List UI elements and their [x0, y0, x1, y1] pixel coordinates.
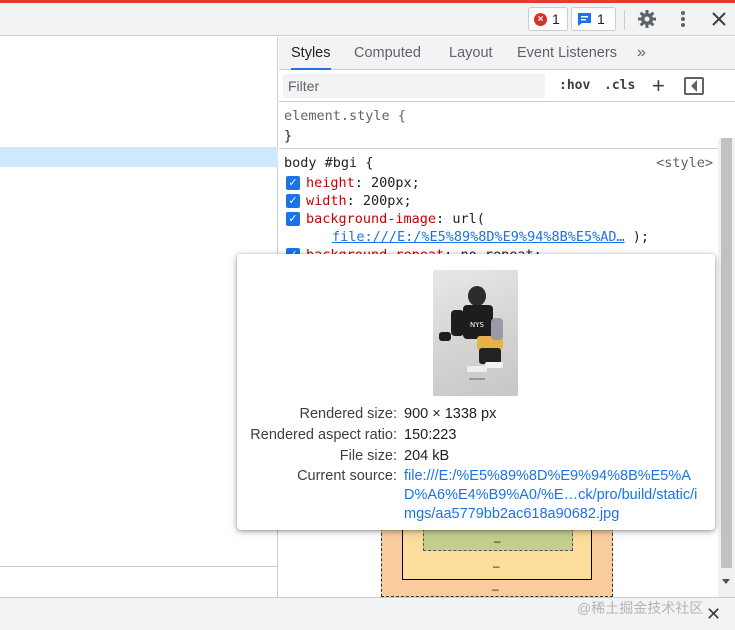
devtools-toolbar: × 1 1 — [0, 3, 735, 36]
current-source-link[interactable]: file:///E:/%E5%89%8D%E9%94%8B%E5%A D%A6%… — [404, 467, 697, 524]
selected-dom-node-row[interactable] — [0, 147, 278, 167]
tab-computed[interactable]: Computed — [354, 37, 421, 70]
margin-bottom-value[interactable]: – — [492, 582, 499, 596]
source-line[interactable]: file:///E:/%E5%89%8D%E9%94%8B%E5%A — [404, 467, 697, 486]
svg-text:NYS: NYS — [470, 321, 485, 329]
file-size-value: 204 kB — [404, 448, 450, 464]
toolbar-separator — [624, 10, 625, 30]
errors-counter-button[interactable]: × 1 — [528, 7, 568, 31]
pane-divider — [0, 566, 278, 567]
more-tabs-chevron-icon[interactable]: » — [637, 37, 646, 70]
property-value[interactable]: 200px; — [363, 192, 412, 210]
aspect-ratio-value: 150:223 — [404, 427, 457, 443]
filter-input[interactable] — [283, 74, 545, 98]
scroll-down-arrow-icon[interactable] — [722, 579, 730, 584]
styles-filter-bar: :hov .cls + — [279, 71, 735, 102]
hov-toggle-button[interactable]: :hov — [559, 78, 590, 93]
close-icon[interactable]: ✕ — [706, 604, 721, 625]
cls-toggle-button[interactable]: .cls — [604, 78, 635, 93]
image-preview-thumbnail: NYS — [433, 270, 518, 396]
checkbox-icon[interactable]: ✓ — [286, 176, 300, 190]
tab-styles[interactable]: Styles — [291, 37, 331, 70]
current-source-label: Current source: — [297, 468, 397, 484]
error-icon: × — [534, 12, 547, 26]
message-icon — [578, 12, 591, 26]
source-line[interactable]: mgs/aa5779bb2ac618a90682.jpg — [404, 505, 697, 524]
image-preview-popover: NYS Rendered size: 900 × 1338 px Rendere… — [237, 254, 715, 530]
rendered-size-value: 900 × 1338 px — [404, 406, 497, 422]
styles-scrollbar[interactable] — [718, 138, 735, 597]
rendered-size-label: Rendered size: — [299, 406, 397, 422]
padding-bottom-value[interactable]: – — [494, 534, 501, 548]
toggle-sidebar-icon[interactable] — [684, 77, 704, 95]
issue-count: 1 — [597, 11, 605, 27]
rule-selector[interactable]: body #bgi { — [284, 154, 373, 172]
style-source-link[interactable]: <style> — [656, 154, 713, 172]
source-line[interactable]: D%A6%E4%B9%A0/%E…ck/pro/build/static/i — [404, 486, 697, 505]
property-name[interactable]: height — [306, 174, 355, 192]
element-style-rule: element.style { } — [279, 105, 719, 149]
background-url-line: file:///E:/%E5%89%8D%E9%94%8B%E5%AD… ); — [332, 228, 649, 246]
checkbox-icon[interactable]: ✓ — [286, 194, 300, 208]
kebab-menu-icon[interactable] — [672, 8, 694, 30]
aspect-ratio-label: Rendered aspect ratio: — [250, 427, 397, 443]
declaration-height: ✓ height: 200px; — [286, 174, 420, 192]
tab-layout[interactable]: Layout — [449, 37, 493, 70]
bottom-drawer: @稀土掘金技术社区 ✕ — [0, 597, 735, 630]
new-style-rule-button[interactable]: + — [652, 73, 665, 99]
element-style-selector[interactable]: element.style { — [284, 107, 406, 125]
sidebar-tabbar: Styles Computed Layout Event Listeners » — [279, 37, 735, 70]
issues-counter-button[interactable]: 1 — [571, 7, 616, 31]
property-name[interactable]: width — [306, 192, 347, 210]
scrollbar-thumb[interactable] — [721, 138, 732, 568]
gear-icon[interactable] — [636, 8, 658, 30]
property-value[interactable]: url( — [452, 210, 485, 228]
background-image-url-link[interactable]: file:///E:/%E5%89%8D%E9%94%8B%E5%AD… — [332, 229, 625, 245]
watermark-text: @稀土掘金技术社区 — [577, 600, 704, 616]
url-close-paren: ); — [632, 229, 650, 245]
file-size-label: File size: — [339, 448, 397, 464]
property-name[interactable]: background-image — [306, 210, 436, 228]
error-count: 1 — [552, 11, 560, 27]
checkbox-icon[interactable]: ✓ — [286, 212, 300, 226]
body-bgi-rule: body #bgi { <style> ✓ height: 200px; ✓ w… — [279, 151, 719, 263]
tab-event-listeners[interactable]: Event Listeners — [517, 37, 617, 70]
border-bottom-value[interactable]: – — [493, 559, 500, 573]
close-icon[interactable] — [708, 8, 730, 30]
property-value[interactable]: 200px; — [371, 174, 420, 192]
declaration-width: ✓ width: 200px; — [286, 192, 412, 210]
rule-close-brace: } — [284, 128, 293, 144]
declaration-background-image: ✓ background-image: url( — [286, 210, 485, 228]
